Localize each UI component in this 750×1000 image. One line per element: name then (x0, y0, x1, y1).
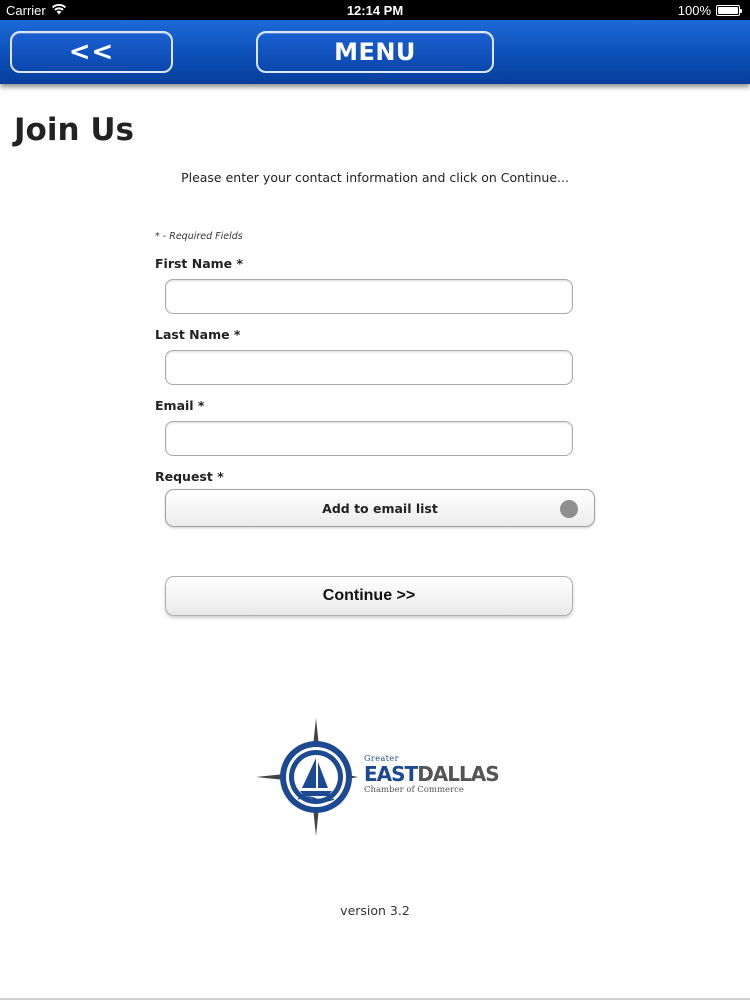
carrier-label: Carrier (6, 2, 46, 18)
compass-emblem-icon (256, 718, 358, 836)
first-name-label: First Name * (155, 256, 244, 271)
page-title: Join Us (14, 112, 134, 148)
battery-percent: 100% (677, 2, 711, 18)
menu-button[interactable]: MENU (256, 31, 494, 73)
last-name-label: Last Name * (155, 327, 241, 342)
logo-dallas: DALLAS (417, 762, 499, 786)
back-button[interactable]: << (10, 31, 173, 73)
battery-icon (716, 4, 742, 16)
status-right: 100% (677, 2, 742, 18)
request-label: Request * (155, 469, 224, 484)
chamber-logo: Greater EASTDALLAS Chamber of Commerce (256, 716, 500, 838)
version-label: version 3.2 (340, 903, 410, 918)
continue-button[interactable]: Continue >> (165, 576, 573, 616)
logo-east: EAST (364, 762, 418, 786)
logo-text: Greater EASTDALLAS Chamber of Commerce (364, 754, 500, 795)
request-select[interactable]: Add to email list (165, 489, 595, 527)
request-selected-value: Add to email list (322, 500, 438, 516)
status-bar: Carrier 12:14 PM 100% (0, 0, 750, 20)
required-fields-note: * - Required Fields (155, 231, 243, 242)
battery-fill (718, 6, 738, 14)
logo-main: EASTDALLAS (364, 762, 500, 786)
logo-chamber: Chamber of Commerce (364, 785, 464, 795)
email-input[interactable] (165, 421, 573, 456)
email-label: Email * (155, 398, 205, 413)
first-name-input[interactable] (165, 279, 573, 314)
status-left: Carrier (6, 3, 67, 18)
intro-text: Please enter your contact information an… (181, 170, 569, 185)
select-indicator-icon (560, 500, 578, 518)
nav-bar: << MENU (0, 20, 750, 84)
status-time: 12:14 PM (346, 2, 404, 18)
last-name-input[interactable] (165, 350, 573, 385)
wifi-icon (51, 3, 67, 18)
